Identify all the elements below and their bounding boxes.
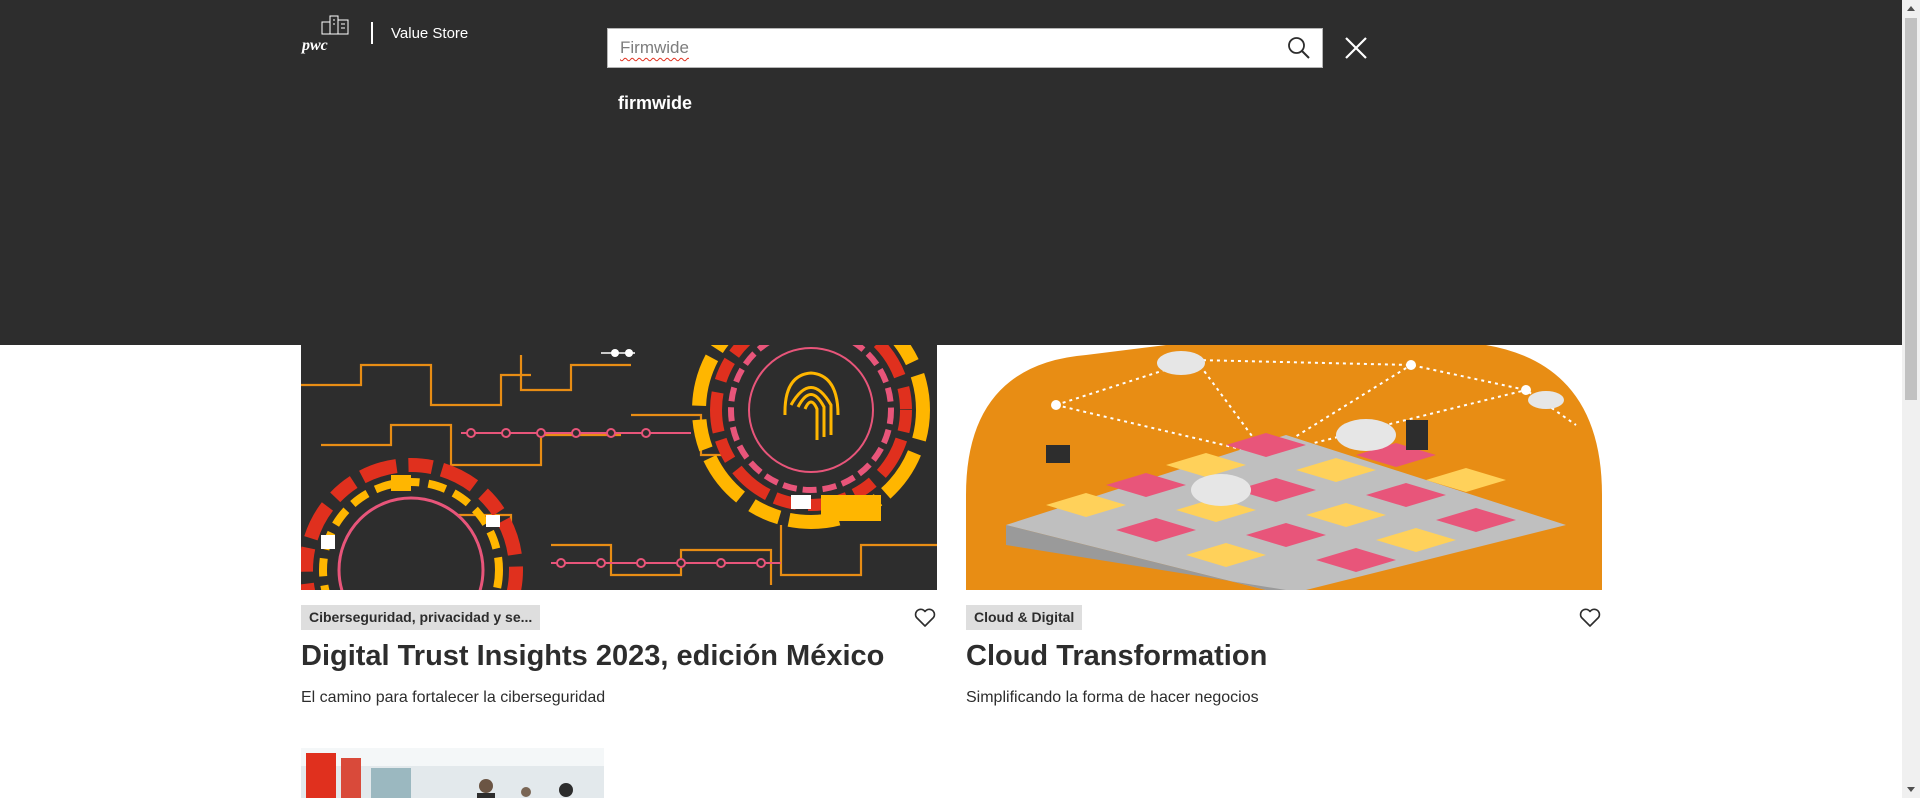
circuit-fingerprint-illustration [301, 345, 937, 590]
card-title[interactable]: Cloud Transformation [966, 640, 1267, 673]
card-image-digital-trust[interactable] [301, 345, 937, 590]
heart-icon[interactable] [914, 608, 936, 628]
card-image-cloud-transformation[interactable] [966, 345, 1602, 590]
search-input[interactable]: Firmwide [620, 38, 689, 58]
heart-icon[interactable] [1579, 608, 1601, 628]
card-title[interactable]: Digital Trust Insights 2023, edición Méx… [301, 640, 884, 673]
search-icon[interactable] [1286, 35, 1312, 61]
search-box: Firmwide [607, 28, 1323, 68]
search-overlay: pwc Value Store Firmwide firmwide [0, 0, 1902, 345]
scroll-thumb[interactable] [1905, 18, 1917, 400]
svg-text:pwc: pwc [300, 37, 328, 54]
scroll-down-icon[interactable] [1902, 781, 1920, 798]
card-subtitle: El camino para fortalecer la ciberseguri… [301, 689, 606, 706]
scroll-up-icon[interactable] [1902, 0, 1920, 17]
page-scrollbar[interactable] [1902, 0, 1920, 798]
logo-divider [371, 22, 373, 44]
search-suggestion[interactable]: firmwide [618, 93, 692, 114]
card-subtitle: Simplificando la forma de hacer negocios [966, 689, 1259, 706]
store-name[interactable]: Value Store [391, 25, 468, 42]
pwc-logo-icon[interactable]: pwc [300, 12, 356, 56]
card-tag[interactable]: Ciberseguridad, privacidad y se... [301, 605, 541, 630]
cloud-isometric-illustration [966, 345, 1602, 590]
office-photo-illustration [301, 748, 604, 798]
card-image-office[interactable] [301, 748, 604, 798]
close-icon[interactable] [1342, 34, 1370, 62]
card-tag[interactable]: Cloud & Digital [966, 605, 1083, 630]
